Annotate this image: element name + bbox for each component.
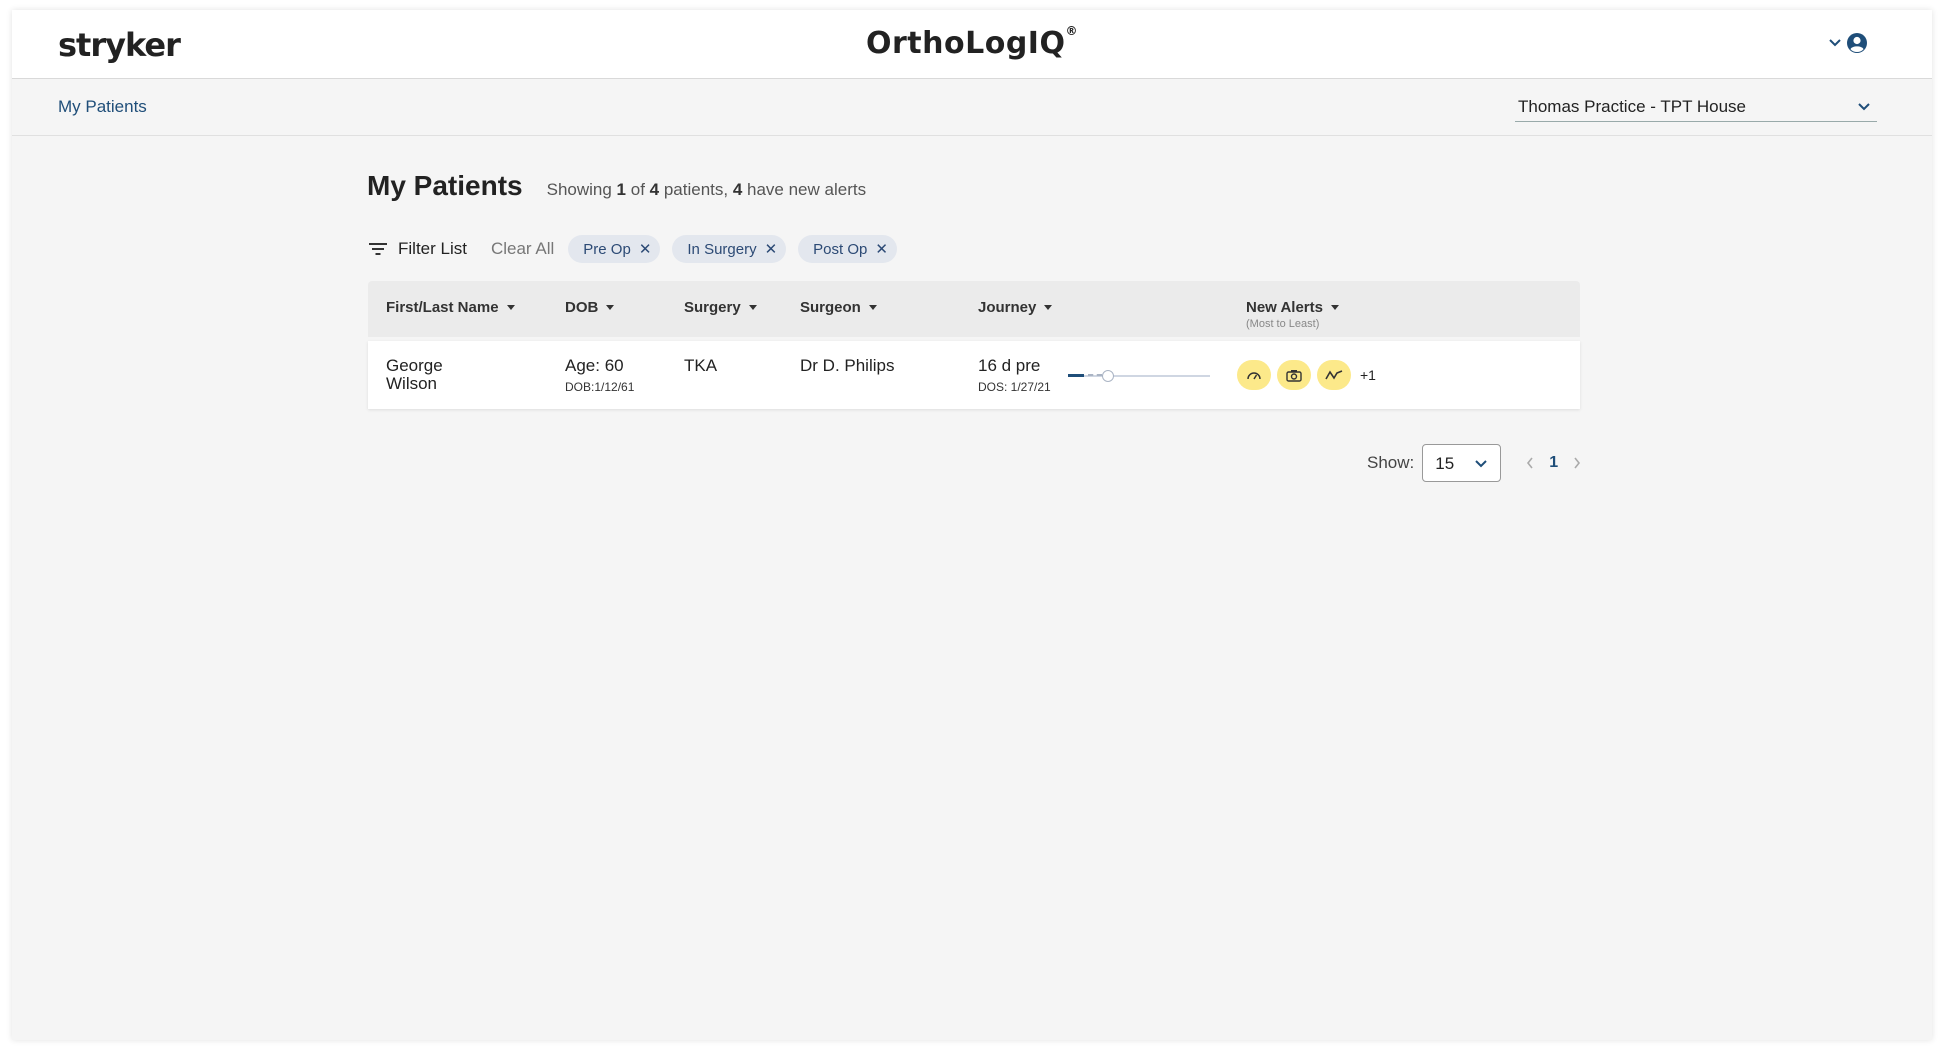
- next-page-button[interactable]: [1572, 456, 1582, 470]
- top-bar: stryker OrthoLogIQ®: [12, 10, 1932, 79]
- chevron-down-icon: [1858, 103, 1870, 111]
- column-header-alerts-subtitle: (Most to Least): [1246, 318, 1320, 330]
- table-header: First/Last Name DOB Surgery Surgeon Jour…: [368, 281, 1580, 341]
- column-label: First/Last Name: [386, 299, 499, 316]
- clear-all-button[interactable]: Clear All: [491, 239, 554, 259]
- filter-chip-pre-op[interactable]: Pre Op ✕: [568, 235, 661, 263]
- column-header-journey[interactable]: Journey: [978, 299, 1053, 316]
- registered-mark: ®: [1065, 24, 1078, 38]
- column-label: Surgeon: [800, 299, 861, 316]
- chevron-down-icon: [1475, 460, 1487, 468]
- close-icon[interactable]: ✕: [875, 242, 888, 257]
- sub-navigation: My Patients Thomas Practice - TPT House: [12, 79, 1932, 136]
- current-page-number[interactable]: 1: [1549, 454, 1558, 472]
- summary-total-count: 4: [649, 180, 660, 199]
- activity-icon[interactable]: [1317, 360, 1351, 390]
- close-icon[interactable]: ✕: [765, 242, 778, 257]
- more-alerts-count[interactable]: +1: [1360, 367, 1376, 383]
- column-header-alerts[interactable]: New Alerts: [1246, 299, 1339, 316]
- app-title-text: OrthoLogIQ: [866, 26, 1066, 61]
- filter-chip-post-op[interactable]: Post Op ✕: [798, 235, 897, 263]
- patient-name: George Wilson: [386, 357, 443, 393]
- patient-surgeon: Dr D. Philips: [800, 356, 895, 375]
- patients-table: First/Last Name DOB Surgery Surgeon Jour…: [368, 281, 1580, 409]
- filter-icon: [369, 243, 387, 255]
- summary-prefix: Showing: [546, 180, 617, 199]
- previous-page-button[interactable]: [1525, 456, 1535, 470]
- filter-chip-label: Post Op: [813, 240, 868, 258]
- chevron-left-icon: [1527, 457, 1533, 469]
- page-heading: My Patients Showing 1 of 4 patients, 4 h…: [367, 170, 866, 202]
- patient-age: Age: 60: [565, 356, 624, 375]
- filter-bar: Filter List Clear All Pre Op ✕ In Surger…: [368, 234, 897, 264]
- sort-caret-icon: [1330, 305, 1339, 310]
- patient-dob-date: DOB:1/12/61: [565, 380, 635, 394]
- sort-caret-icon: [868, 305, 877, 310]
- journey-progress-dash: [1088, 374, 1102, 376]
- pagination: Show: 15 1: [1367, 444, 1582, 482]
- user-menu[interactable]: [1828, 32, 1868, 54]
- filter-list-label: Filter List: [398, 239, 467, 258]
- summary-of: of: [626, 180, 650, 199]
- patient-dob: Age: 60 DOB:1/12/61: [565, 357, 634, 396]
- patient-summary: Showing 1 of 4 patients, 4 have new aler…: [547, 180, 866, 200]
- summary-alerts-count: 4: [732, 180, 743, 199]
- journey-dos: DOS: 1/27/21: [978, 380, 1051, 394]
- chevron-right-icon: [1574, 457, 1581, 469]
- summary-middle: patients,: [659, 180, 733, 199]
- column-header-surgeon[interactable]: Surgeon: [800, 299, 877, 316]
- filter-list-button[interactable]: Filter List: [368, 239, 467, 259]
- close-icon[interactable]: ✕: [639, 242, 652, 257]
- breadcrumb-my-patients[interactable]: My Patients: [58, 97, 147, 117]
- gauge-icon[interactable]: [1237, 360, 1271, 390]
- journey-progress-marker: [1102, 370, 1114, 382]
- page-size-value: 15: [1435, 454, 1455, 473]
- page-size-select[interactable]: 15: [1422, 444, 1502, 482]
- filter-chip-label: In Surgery: [687, 240, 757, 258]
- summary-suffix: have new alerts: [742, 180, 867, 199]
- practice-selector[interactable]: Thomas Practice - TPT House: [1515, 93, 1877, 122]
- table-row[interactable]: George Wilson Age: 60 DOB:1/12/61 TKA Dr…: [368, 341, 1580, 409]
- practice-selector-value: Thomas Practice - TPT House: [1518, 97, 1747, 116]
- column-header-dob[interactable]: DOB: [565, 299, 615, 316]
- column-label: New Alerts: [1246, 299, 1323, 316]
- patient-journey: 16 d pre DOS: 1/27/21: [978, 357, 1051, 396]
- sort-caret-icon: [748, 305, 757, 310]
- column-label: Surgery: [684, 299, 741, 316]
- patient-last-name: Wilson: [386, 374, 438, 393]
- show-label: Show:: [1367, 453, 1415, 472]
- patient-first-name: George: [386, 356, 443, 375]
- column-label: Journey: [978, 299, 1037, 316]
- filter-chip-label: Pre Op: [583, 240, 631, 258]
- filter-chip-in-surgery[interactable]: In Surgery ✕: [672, 235, 787, 263]
- app-frame: stryker OrthoLogIQ® My Patients Thomas P…: [12, 10, 1932, 1040]
- patient-surgery: TKA: [684, 356, 718, 375]
- alerts-cell: +1: [1237, 360, 1376, 390]
- column-label: DOB: [565, 299, 599, 316]
- column-header-surgery[interactable]: Surgery: [684, 299, 757, 316]
- chevron-down-icon[interactable]: [1828, 38, 1842, 48]
- camera-icon[interactable]: [1277, 360, 1311, 390]
- sort-caret-icon: [506, 305, 515, 310]
- column-header-name[interactable]: First/Last Name: [386, 299, 515, 316]
- sort-caret-icon: [606, 305, 615, 310]
- journey-status: 16 d pre: [978, 356, 1041, 375]
- user-circle-icon[interactable]: [1846, 32, 1868, 54]
- page-title: My Patients: [367, 170, 523, 201]
- journey-progress-fill: [1068, 374, 1084, 377]
- summary-shown-count: 1: [616, 180, 627, 199]
- sort-caret-icon: [1044, 305, 1053, 310]
- app-title: OrthoLogIQ®: [12, 24, 1932, 61]
